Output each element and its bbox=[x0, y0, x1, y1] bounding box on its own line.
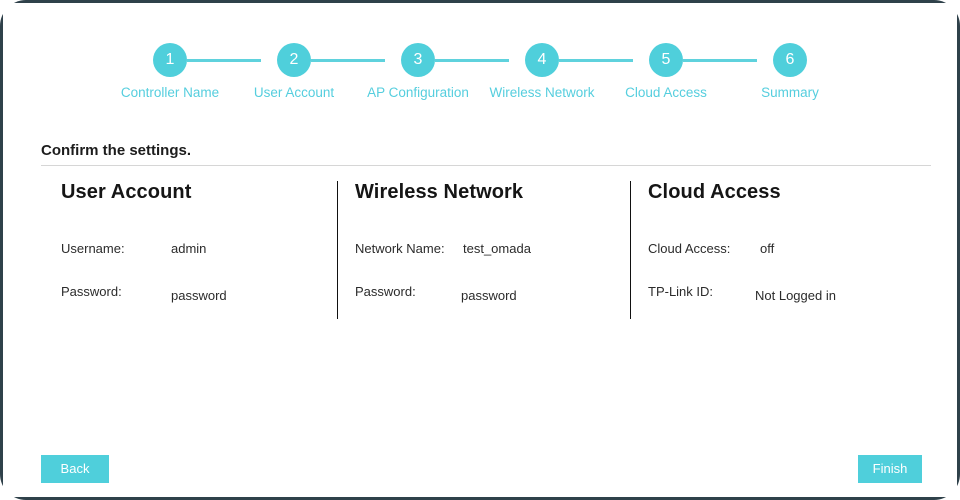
stepper-item-ap-configuration[interactable]: 3 AP Configuration bbox=[348, 43, 488, 100]
stepper-label-2: User Account bbox=[224, 85, 364, 100]
stepper-number-4: 4 bbox=[525, 43, 559, 77]
summary-column-title-wireless-network: Wireless Network bbox=[355, 181, 630, 204]
stepper-label-4: Wireless Network bbox=[472, 85, 612, 100]
setup-wizard-stepper: 1 Controller Name 2 User Account 3 AP Co… bbox=[3, 3, 957, 118]
summary-label-wireless-password: Password: bbox=[355, 284, 416, 299]
summary-column-title-user-account: User Account bbox=[61, 181, 337, 204]
stepper-number-6: 6 bbox=[773, 43, 807, 77]
stepper-label-5: Cloud Access bbox=[596, 85, 736, 100]
summary-value-password: password bbox=[171, 288, 227, 303]
summary-column-user-account: User Account Username: admin Password: p… bbox=[61, 181, 337, 319]
summary-value-username: admin bbox=[171, 241, 206, 256]
finish-button[interactable]: Finish bbox=[858, 455, 922, 483]
stepper-number-5: 5 bbox=[649, 43, 683, 77]
back-button[interactable]: Back bbox=[41, 455, 109, 483]
summary-value-network-name: test_omada bbox=[463, 241, 531, 256]
stepper-item-user-account[interactable]: 2 User Account bbox=[224, 43, 364, 100]
stepper-item-wireless-network[interactable]: 4 Wireless Network bbox=[472, 43, 612, 100]
summary-value-tplink-id: Not Logged in bbox=[755, 288, 836, 303]
heading-divider bbox=[41, 165, 931, 166]
summary-label-network-name: Network Name: bbox=[355, 241, 445, 256]
summary-column-divider-2 bbox=[630, 181, 631, 319]
stepper-label-3: AP Configuration bbox=[348, 85, 488, 100]
summary-label-username: Username: bbox=[61, 241, 125, 256]
summary-label-password: Password: bbox=[61, 284, 122, 299]
stepper-item-summary[interactable]: 6 Summary bbox=[720, 43, 860, 100]
stepper-item-cloud-access[interactable]: 5 Cloud Access bbox=[596, 43, 736, 100]
summary-value-wireless-password: password bbox=[461, 288, 517, 303]
summary-column-divider-1 bbox=[337, 181, 338, 319]
summary-value-cloud-access: off bbox=[760, 241, 774, 256]
summary-label-cloud-access: Cloud Access: bbox=[648, 241, 730, 256]
stepper-number-1: 1 bbox=[153, 43, 187, 77]
stepper-number-3: 3 bbox=[401, 43, 435, 77]
stepper-item-controller-name[interactable]: 1 Controller Name bbox=[100, 43, 240, 100]
summary-columns: User Account Username: admin Password: p… bbox=[3, 181, 957, 326]
stepper-label-6: Summary bbox=[720, 85, 860, 100]
stepper-label-1: Controller Name bbox=[100, 85, 240, 100]
stepper-number-2: 2 bbox=[277, 43, 311, 77]
summary-label-tplink-id: TP-Link ID: bbox=[648, 284, 713, 299]
page-title: Confirm the settings. bbox=[41, 142, 191, 159]
setup-wizard-page: 1 Controller Name 2 User Account 3 AP Co… bbox=[3, 3, 957, 497]
summary-column-title-cloud-access: Cloud Access bbox=[648, 181, 928, 204]
summary-column-cloud-access: Cloud Access Cloud Access: off TP-Link I… bbox=[648, 181, 928, 319]
summary-column-wireless-network: Wireless Network Network Name: test_omad… bbox=[355, 181, 630, 319]
